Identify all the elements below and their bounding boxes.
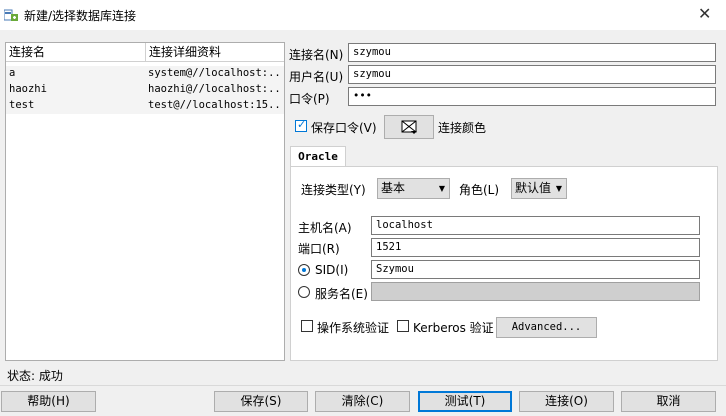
save-button[interactable]: 保存(S) bbox=[214, 391, 308, 412]
sid-radio[interactable] bbox=[298, 264, 310, 276]
tab-oracle[interactable]: Oracle bbox=[290, 146, 346, 168]
os-auth-checkbox[interactable] bbox=[301, 320, 313, 332]
list-item-detail: system@//localhost:... bbox=[148, 67, 282, 79]
port-input[interactable]: 1521 bbox=[371, 238, 700, 257]
conn-name-input[interactable]: szymou bbox=[348, 43, 716, 62]
connection-list[interactable]: 连接名 连接详细资料 a system@//localhost:... haoz… bbox=[5, 42, 285, 361]
service-name-radio[interactable] bbox=[298, 286, 310, 298]
conn-type-label: 连接类型(Y) bbox=[301, 183, 366, 197]
role-value: 默认值 bbox=[515, 181, 552, 195]
host-label: 主机名(A) bbox=[298, 221, 352, 235]
list-item-name: haozhi bbox=[9, 83, 47, 95]
username-label: 用户名(U) bbox=[289, 70, 344, 84]
password-input[interactable]: ••• bbox=[348, 87, 716, 106]
chevron-down-icon: ▼ bbox=[438, 184, 445, 193]
port-label: 端口(R) bbox=[298, 242, 340, 256]
save-password-checkbox[interactable] bbox=[295, 118, 307, 132]
test-button[interactable]: 测试(T) bbox=[418, 391, 512, 412]
role-select[interactable]: 默认值 ▼ bbox=[511, 178, 567, 199]
advanced-button[interactable]: Advanced... bbox=[496, 317, 597, 338]
sid-label: SID(I) bbox=[315, 263, 349, 277]
column-header-name[interactable]: 连接名 bbox=[6, 43, 146, 62]
list-item[interactable]: a system@//localhost:... bbox=[6, 66, 284, 82]
kerberos-label: Kerberos 验证 bbox=[413, 321, 494, 335]
conn-color-label: 连接颜色 bbox=[438, 121, 487, 135]
list-item-detail: test@//localhost:15... bbox=[148, 99, 282, 111]
help-button[interactable]: 帮助(H) bbox=[1, 391, 96, 412]
conn-color-button[interactable] bbox=[384, 115, 434, 139]
close-icon[interactable]: ✕ bbox=[698, 4, 711, 23]
database-app-icon bbox=[4, 9, 18, 21]
kerberos-checkbox[interactable] bbox=[397, 320, 409, 332]
title-bar: 新建/选择数据库连接 ✕ bbox=[0, 0, 726, 30]
list-item-detail: haozhi@//localhost:... bbox=[148, 83, 282, 95]
sid-input[interactable]: Szymou bbox=[371, 260, 700, 279]
color-picker-icon bbox=[401, 120, 417, 134]
connect-button[interactable]: 连接(O) bbox=[519, 391, 614, 412]
cancel-button[interactable]: 取消 bbox=[621, 391, 716, 412]
password-label: 口令(P) bbox=[289, 92, 330, 106]
chevron-down-icon: ▼ bbox=[555, 184, 562, 193]
status-text: 状态: 成功 bbox=[7, 369, 63, 383]
conn-type-value: 基本 bbox=[381, 181, 406, 195]
conn-name-label: 连接名(N) bbox=[289, 48, 344, 62]
list-item-name: a bbox=[9, 67, 16, 79]
host-input[interactable]: localhost bbox=[371, 216, 700, 235]
os-auth-label: 操作系统验证 bbox=[317, 321, 390, 335]
save-password-label: 保存口令(V) bbox=[311, 121, 377, 135]
username-input[interactable]: szymou bbox=[348, 65, 716, 84]
service-name-label: 服务名(E) bbox=[315, 287, 368, 301]
list-item-name: test bbox=[9, 99, 35, 111]
divider bbox=[0, 385, 726, 386]
column-header-detail[interactable]: 连接详细资料 bbox=[146, 43, 284, 62]
clear-button[interactable]: 清除(C) bbox=[315, 391, 410, 412]
window-title: 新建/选择数据库连接 bbox=[24, 9, 137, 23]
service-name-input[interactable] bbox=[371, 282, 700, 301]
role-label: 角色(L) bbox=[459, 183, 500, 197]
list-item[interactable]: test test@//localhost:15... bbox=[6, 98, 284, 114]
list-item[interactable]: haozhi haozhi@//localhost:... bbox=[6, 82, 284, 98]
conn-type-select[interactable]: 基本 ▼ bbox=[377, 178, 450, 199]
